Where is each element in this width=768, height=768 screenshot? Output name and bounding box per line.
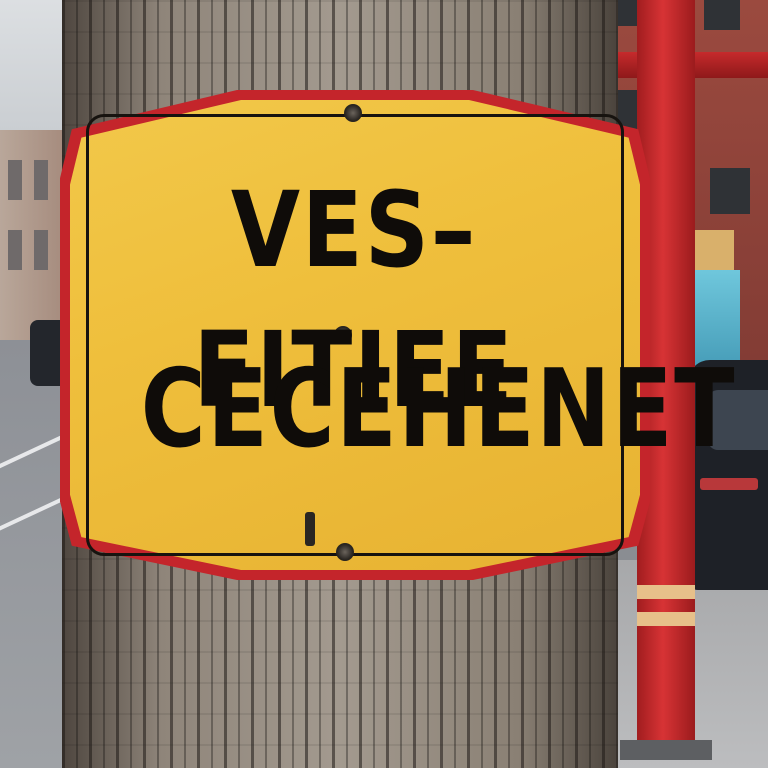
window bbox=[34, 160, 48, 200]
lane-marking bbox=[0, 433, 68, 471]
bolt-icon bbox=[336, 543, 354, 561]
street-photo-scene: VES–FITIEE CECEHENET bbox=[0, 0, 768, 768]
window bbox=[8, 160, 22, 200]
shop-light bbox=[694, 230, 734, 270]
car-tail-light bbox=[700, 478, 758, 490]
sign-text-line-2: CECEHENET bbox=[140, 347, 737, 472]
bolt-icon bbox=[344, 104, 362, 122]
window bbox=[710, 168, 750, 214]
window bbox=[704, 0, 740, 30]
pole-band bbox=[637, 612, 695, 626]
pole-band bbox=[637, 585, 695, 599]
left-building bbox=[0, 130, 70, 340]
window bbox=[8, 230, 22, 270]
pole-base bbox=[620, 740, 712, 760]
window bbox=[34, 230, 48, 270]
bracket-icon bbox=[305, 512, 315, 546]
